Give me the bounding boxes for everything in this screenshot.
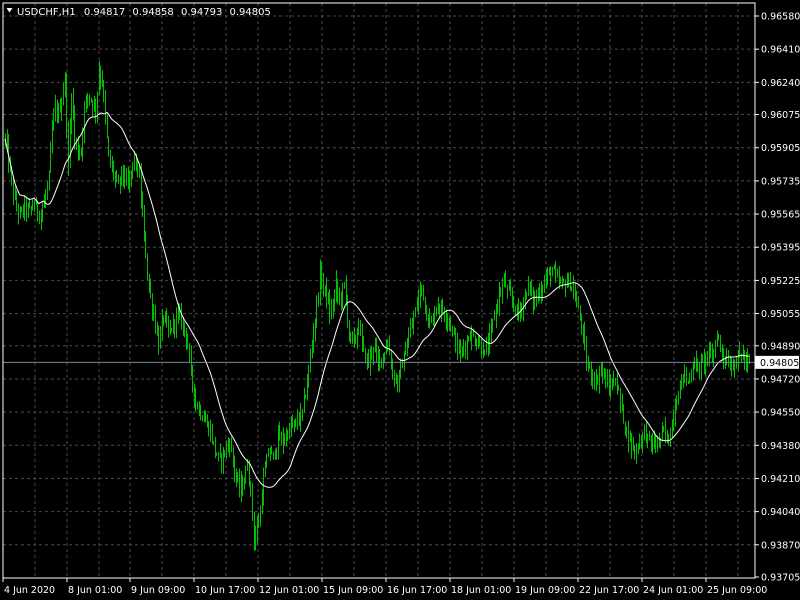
low-price: 0.94793 <box>181 7 222 18</box>
bid-price-label: 0.94805 <box>760 358 799 369</box>
close-price: 0.94805 <box>230 7 271 18</box>
price-tick-label: 0.96410 <box>761 45 800 56</box>
price-tick-label: 0.95565 <box>761 210 800 221</box>
time-tick-label: 9 Jun 09:00 <box>131 585 185 596</box>
price-tick-label: 0.93705 <box>761 573 800 584</box>
price-tick-label: 0.94890 <box>761 341 800 352</box>
price-tick-label: 0.94210 <box>761 474 800 485</box>
time-tick-label: 22 Jun 17:00 <box>579 585 639 596</box>
price-tick-label: 0.94380 <box>761 441 800 452</box>
price-tick-label: 0.95395 <box>761 243 800 254</box>
price-tick-label: 0.96240 <box>761 78 800 89</box>
time-tick-label: 15 Jun 09:00 <box>323 585 383 596</box>
price-tick-label: 0.94040 <box>761 507 800 518</box>
chart-header: USDCHF,H1 0.94817 0.94858 0.94793 0.9480… <box>6 7 271 18</box>
price-tick-label: 0.95905 <box>761 143 800 154</box>
time-tick-label: 12 Jun 01:00 <box>259 585 319 596</box>
time-tick-label: 25 Jun 09:00 <box>707 585 767 596</box>
open-price: 0.94817 <box>84 7 125 18</box>
time-tick-label: 18 Jun 01:00 <box>451 585 511 596</box>
time-tick-label: 8 Jun 01:00 <box>68 585 122 596</box>
time-tick-label: 16 Jun 17:00 <box>387 585 447 596</box>
price-tick-label: 0.95735 <box>761 176 800 187</box>
symbol-label: USDCHF,H1 <box>17 7 76 18</box>
price-tick-label: 0.93870 <box>761 540 800 551</box>
chart-background <box>0 0 800 600</box>
price-tick-label: 0.96075 <box>761 110 800 121</box>
time-tick-label: 4 Jun 2020 <box>4 585 55 596</box>
time-tick-label: 19 Jun 09:00 <box>515 585 575 596</box>
price-tick-label: 0.94550 <box>761 408 800 419</box>
price-tick-label: 0.96580 <box>761 12 800 23</box>
svg-text:USDCHF,H1 0.94817: USDCHF,H1 0.94817 0.94858 0.94793 0.9480… <box>17 7 271 18</box>
high-price: 0.94858 <box>132 7 173 18</box>
time-tick-label: 10 Jun 17:00 <box>195 585 255 596</box>
time-tick-label: 24 Jun 01:00 <box>643 585 703 596</box>
price-chart[interactable]: USDCHF,H1 0.94817 0.94858 0.94793 0.9480… <box>0 0 800 600</box>
bid-price-box: 0.94805 <box>755 355 799 369</box>
price-tick-label: 0.94720 <box>761 374 800 385</box>
price-tick-label: 0.95055 <box>761 309 800 320</box>
price-tick-label: 0.95225 <box>761 276 800 287</box>
